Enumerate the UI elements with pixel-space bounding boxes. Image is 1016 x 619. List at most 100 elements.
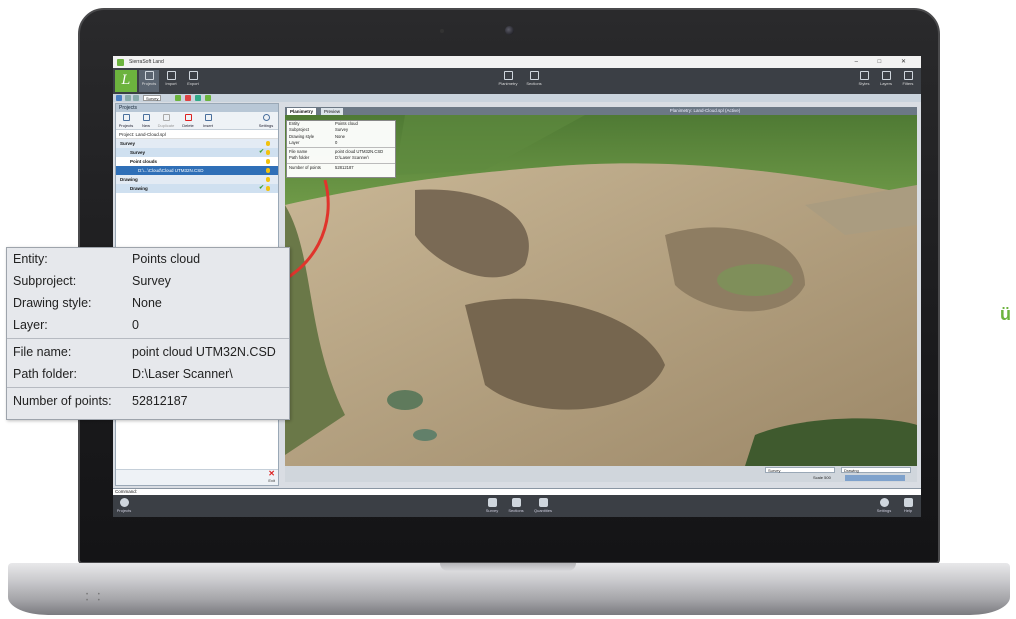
- subproject-selector[interactable]: Survey: [143, 95, 162, 101]
- callout-row: Drawing style: None: [7, 292, 289, 314]
- bottom-projects-button[interactable]: Projects: [113, 497, 135, 513]
- new-button[interactable]: New: [137, 114, 155, 128]
- ribbon-label: Layers: [879, 81, 892, 86]
- subproject-combo[interactable]: Survey: [765, 467, 835, 473]
- tree-section-survey[interactable]: Survey: [116, 139, 278, 148]
- layer-icon[interactable]: [175, 95, 181, 101]
- scale-readout[interactable]: Scale 500: [813, 475, 831, 480]
- bottom-survey-button[interactable]: Survey: [481, 497, 503, 513]
- bottom-help-button[interactable]: Help: [897, 497, 919, 513]
- ribbon-planimetry-button[interactable]: Planimetry: [495, 70, 521, 92]
- mini-key: Layer: [289, 139, 300, 145]
- zoom-tools[interactable]: [845, 475, 905, 481]
- bottom-label: Quantities: [533, 508, 552, 513]
- exit-label: Exit: [268, 478, 275, 483]
- tree-group-point-clouds[interactable]: Point clouds: [116, 157, 278, 166]
- bottom-label: Survey: [485, 508, 499, 513]
- delete-x-icon: [184, 114, 192, 121]
- mini-row: Layer 0: [287, 140, 395, 146]
- mini-key: Number of points: [289, 164, 321, 170]
- projects-icon: [119, 498, 129, 507]
- ribbon-projects-button[interactable]: Projects: [139, 70, 159, 92]
- gear-icon: [262, 114, 270, 121]
- ribbon-label: Sections: [526, 81, 542, 86]
- bottom-quantities-button[interactable]: Quantities: [529, 497, 557, 513]
- mini-key: Drawing style: [289, 133, 315, 139]
- callout-row: Path folder: D:\Laser Scanner\: [7, 363, 289, 385]
- ribbon-import-button[interactable]: Import: [161, 70, 181, 92]
- projects-icon: [122, 114, 130, 121]
- bottom-label: Help: [903, 508, 913, 513]
- maximize-button[interactable]: □: [878, 59, 891, 65]
- refresh-icon[interactable]: [195, 95, 201, 101]
- callout-value: None: [132, 296, 162, 310]
- divider: [287, 147, 395, 149]
- tool-label: New: [141, 123, 150, 128]
- bulb-icon[interactable]: [266, 150, 270, 155]
- tree-item-drawing[interactable]: Drawing ✔: [116, 184, 278, 193]
- ribbon-layers-button[interactable]: Layers: [877, 70, 895, 92]
- callout-key: Layer:: [13, 318, 48, 332]
- callout-value: Points cloud: [132, 252, 201, 266]
- delete-button[interactable]: Delete: [179, 114, 197, 128]
- minimize-button[interactable]: –: [855, 59, 867, 65]
- ribbon-label: Filters: [902, 81, 914, 86]
- plus-icon: [204, 114, 212, 121]
- ribbon-sections-button[interactable]: Sections: [523, 70, 545, 92]
- check-icon[interactable]: ✔: [259, 148, 264, 157]
- ribbon-filters-button[interactable]: Filters: [899, 70, 917, 92]
- tab-planimetry[interactable]: Planimetry: [287, 108, 317, 115]
- divider: [7, 338, 289, 339]
- insert-button[interactable]: Insert: [199, 114, 217, 128]
- viewport-title: Planimetry: Land-Cloud.spl (Active): [669, 108, 741, 113]
- tree-item-survey[interactable]: Survey ✔: [116, 148, 278, 157]
- tree-label: Drawing: [120, 177, 138, 182]
- redo-icon[interactable]: [133, 95, 139, 101]
- projects-tool-button[interactable]: Projects: [117, 114, 135, 128]
- panel-footer: ✕ Exit: [116, 469, 278, 485]
- drawing-combo[interactable]: Drawing: [841, 467, 911, 473]
- terrain-icon[interactable]: [205, 95, 211, 101]
- save-icon[interactable]: [116, 95, 122, 101]
- sensor-dot: [440, 29, 444, 33]
- bottom-sections-button[interactable]: Sections: [505, 497, 527, 513]
- planimetry-icon: [503, 71, 513, 80]
- sections-icon: [511, 498, 521, 507]
- delete-icon[interactable]: [185, 95, 191, 101]
- bottom-label: Projects: [116, 508, 132, 513]
- ribbon-styles-button[interactable]: Styles: [855, 70, 873, 92]
- divider: [287, 162, 395, 164]
- tree-section-drawing[interactable]: Drawing: [116, 175, 278, 184]
- exit-button[interactable]: ✕ Exit: [268, 470, 275, 484]
- layers-icon: [881, 71, 891, 80]
- mini-key: Entity: [289, 121, 300, 126]
- bottom-label: Settings: [876, 508, 892, 513]
- callout-key: Drawing style:: [13, 296, 92, 310]
- app-logo: L: [115, 70, 137, 92]
- tab-preview[interactable]: Preview: [321, 108, 344, 115]
- callout-value: Survey: [132, 274, 171, 288]
- close-button[interactable]: ✕: [901, 59, 915, 65]
- bulb-icon[interactable]: [266, 159, 270, 164]
- duplicate-button[interactable]: Duplicate: [157, 114, 175, 128]
- settings-button[interactable]: Settings: [257, 114, 275, 128]
- callout-row: File name: point cloud UTM32N.CSD: [7, 341, 289, 363]
- bottom-label: Sections: [508, 508, 524, 513]
- bulb-icon[interactable]: [266, 168, 270, 173]
- bottom-settings-button[interactable]: Settings: [873, 497, 895, 513]
- mini-row: Path folder D:\Laser Scanner\: [287, 155, 395, 161]
- tree-item-point-cloud-file[interactable]: D:\...\Cloud\Cloud UTM32N.CSD: [116, 166, 278, 175]
- app-icon: [117, 59, 124, 66]
- tool-label: Settings: [258, 123, 274, 128]
- mini-row: Number of points 52812187: [287, 165, 395, 171]
- ribbon-label: Export: [187, 81, 199, 86]
- ribbon-export-button[interactable]: Export: [183, 70, 203, 92]
- bulb-icon[interactable]: [266, 141, 270, 146]
- project-label: Project: Land-Cloud.spl: [116, 130, 278, 139]
- command-line[interactable]: Command:: [113, 488, 921, 495]
- undo-icon[interactable]: [125, 95, 131, 101]
- callout-key: Subproject:: [13, 274, 77, 288]
- window-controls[interactable]: – □ ✕: [855, 56, 915, 68]
- mini-value: 52812187: [335, 164, 354, 170]
- callout-key: Number of points:: [13, 394, 112, 408]
